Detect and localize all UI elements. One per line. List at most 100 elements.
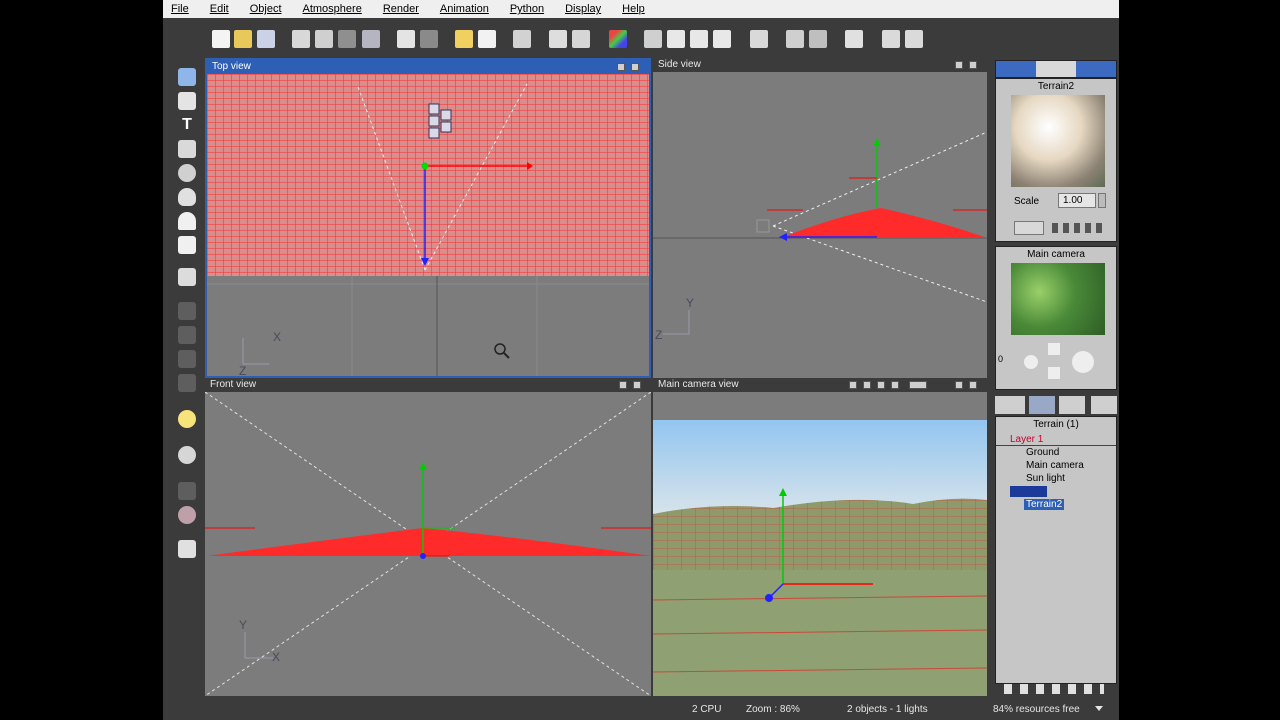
paste-icon[interactable]: [338, 30, 356, 48]
text-tool-icon[interactable]: T: [178, 116, 196, 134]
redo-icon[interactable]: [420, 30, 438, 48]
scale-input[interactable]: 1.00: [1058, 193, 1096, 208]
camera-view-title: Main camera view: [653, 378, 987, 392]
animation-clapper-icon[interactable]: [845, 30, 863, 48]
front-view-canvas[interactable]: Y X: [205, 392, 651, 696]
viewport-options-icon[interactable]: [617, 63, 625, 71]
camera-preview[interactable]: [1011, 263, 1105, 335]
material-tab-icon[interactable]: [996, 61, 1036, 77]
render-cube-icon[interactable]: [513, 30, 531, 48]
material-tool-icons[interactable]: [1052, 223, 1106, 233]
import-object-icon[interactable]: [178, 268, 196, 286]
clouds-icon[interactable]: [478, 30, 496, 48]
left-toolbox: T: [173, 66, 201, 566]
tree-item-main-camera[interactable]: Main camera: [996, 459, 1116, 472]
open-file-icon[interactable]: [234, 30, 252, 48]
front-y-axis-label: Y: [239, 618, 248, 632]
world-textures-tab-icon[interactable]: [1059, 396, 1085, 414]
tree-item-label: Layer 1: [1010, 434, 1044, 445]
camera-view-canvas[interactable]: [653, 420, 987, 696]
menu-display[interactable]: Display: [565, 3, 601, 15]
pan-hand-icon[interactable]: [1024, 355, 1038, 369]
render-preview-icon[interactable]: [786, 30, 804, 48]
store-object-icon[interactable]: [178, 540, 196, 558]
tree-item-terrain2[interactable]: Terrain2: [996, 498, 1116, 511]
settings-tab-icon[interactable]: [1036, 61, 1076, 77]
cut-icon[interactable]: [292, 30, 310, 48]
world-tree: Layer 1 Ground Main camera Sun light Lay…: [996, 433, 1116, 683]
zoom-object-icon[interactable]: [644, 30, 662, 48]
viewport-options-icon[interactable]: [619, 381, 627, 389]
copy-icon[interactable]: [315, 30, 333, 48]
tree-item-sun-light[interactable]: Sun light: [996, 472, 1116, 485]
menu-atmosphere[interactable]: Atmosphere: [303, 3, 362, 15]
material-preview[interactable]: [1011, 95, 1105, 187]
camera-up-icon[interactable]: [1048, 343, 1060, 355]
menu-object[interactable]: Object: [250, 3, 282, 15]
side-view-canvas[interactable]: Y Z: [653, 72, 987, 378]
wind-fan-icon[interactable]: [178, 446, 196, 464]
planet-icon[interactable]: [178, 506, 196, 524]
menu-render[interactable]: Render: [383, 3, 419, 15]
plant-icon[interactable]: [178, 188, 196, 206]
menu-python[interactable]: Python: [510, 3, 544, 15]
unlink-icon[interactable]: [572, 30, 590, 48]
grid-toggle-icon[interactable]: [882, 30, 900, 48]
group-icon: [178, 374, 196, 392]
camera-options-icon[interactable]: [849, 381, 857, 389]
camera-pan-icon[interactable]: [877, 381, 885, 389]
zoom-out-icon[interactable]: [713, 30, 731, 48]
menu-animation[interactable]: Animation: [440, 3, 489, 15]
tree-item-ground[interactable]: Ground: [996, 446, 1116, 459]
side-view-viewport[interactable]: Side view Y Z: [653, 58, 987, 378]
material-mode-select[interactable]: [1014, 221, 1044, 235]
top-view-viewport[interactable]: Top view X Z: [205, 58, 651, 378]
menu-edit[interactable]: Edit: [210, 3, 229, 15]
zoom-window-icon[interactable]: [667, 30, 685, 48]
select-arrow-icon[interactable]: [178, 68, 196, 86]
render-area-icon[interactable]: [809, 30, 827, 48]
color-palette-icon[interactable]: [609, 30, 627, 48]
frame-selection-icon[interactable]: [750, 30, 768, 48]
resources-dropdown-icon[interactable]: [1095, 706, 1103, 714]
objects-tab-icon[interactable]: [1076, 61, 1116, 77]
paste-special-icon[interactable]: [362, 30, 380, 48]
camera-orbit-icon[interactable]: [1072, 351, 1094, 373]
world-links-tab-icon[interactable]: [1091, 396, 1117, 414]
light-bulb-icon[interactable]: [178, 410, 196, 428]
camera-view-viewport[interactable]: Main camera view: [653, 378, 987, 696]
camera-fov-icon[interactable]: [909, 381, 927, 389]
zoom-in-icon[interactable]: [690, 30, 708, 48]
scale-spinner[interactable]: [1098, 193, 1106, 208]
viewport-maximize-icon[interactable]: [969, 61, 977, 69]
camera-rotate-icon[interactable]: [891, 381, 899, 389]
link-icon[interactable]: [549, 30, 567, 48]
camera-zoom-icon[interactable]: [863, 381, 871, 389]
viewport-options-icon[interactable]: [955, 61, 963, 69]
tree-item-layer-1[interactable]: Layer 1: [996, 433, 1116, 446]
sky-sun-icon[interactable]: [455, 30, 473, 48]
camera-down-icon[interactable]: [1048, 367, 1060, 379]
world-browser-tool-icons[interactable]: [1004, 684, 1104, 694]
new-file-icon[interactable]: [212, 30, 230, 48]
world-materials-tab-icon[interactable]: [1029, 396, 1055, 414]
primitive-cube-icon[interactable]: [178, 92, 196, 110]
viewport-maximize-icon[interactable]: [969, 381, 977, 389]
tree-item-layer-2[interactable]: Layer 2: [996, 485, 1116, 498]
paint-brush-icon[interactable]: [178, 236, 196, 254]
zoom-status: Zoom : 86%: [746, 704, 800, 715]
terrain-icon[interactable]: [178, 140, 196, 158]
world-objects-tab-icon[interactable]: [995, 396, 1025, 414]
cloud-icon[interactable]: [178, 212, 196, 230]
snap-grid-icon[interactable]: [905, 30, 923, 48]
viewport-options-icon[interactable]: [955, 381, 963, 389]
undo-icon[interactable]: [397, 30, 415, 48]
top-view-canvas[interactable]: X Z: [207, 74, 649, 376]
viewport-maximize-icon[interactable]: [633, 381, 641, 389]
save-file-icon[interactable]: [257, 30, 275, 48]
menu-file[interactable]: File: [171, 3, 189, 15]
rock-icon[interactable]: [178, 164, 196, 182]
menu-help[interactable]: Help: [622, 3, 645, 15]
front-view-viewport[interactable]: Front view Y X: [205, 378, 651, 696]
viewport-maximize-icon[interactable]: [631, 63, 639, 71]
